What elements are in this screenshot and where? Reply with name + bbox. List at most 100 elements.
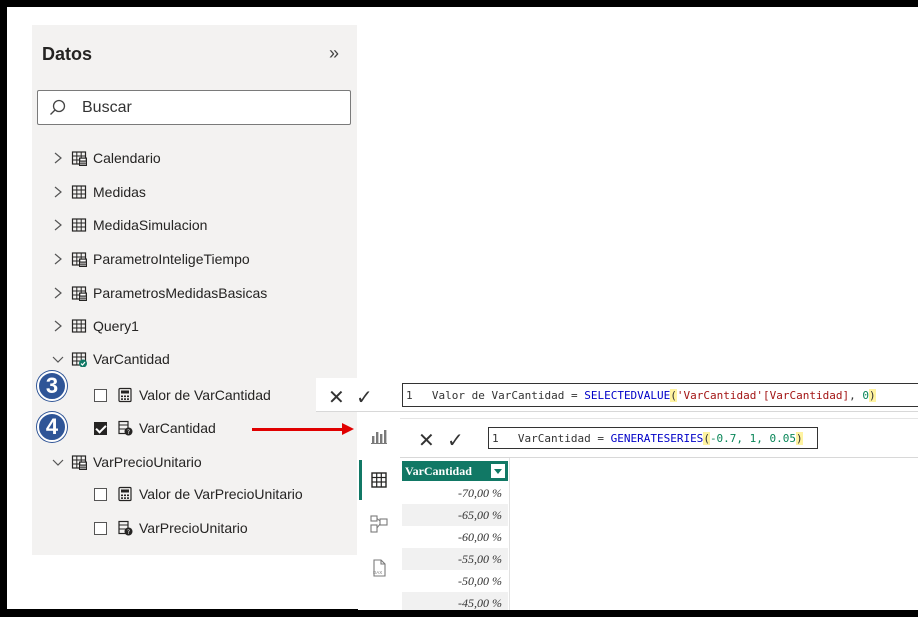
field-item-varpreciounitario[interactable]: ? VarPrecioUnitario — [94, 516, 248, 540]
tree-item-label: Query1 — [93, 318, 139, 334]
field-checkbox[interactable] — [94, 388, 107, 402]
table-cell[interactable]: -55,00 % — [402, 548, 508, 570]
field-checkbox[interactable] — [94, 487, 107, 501]
table-icon — [71, 185, 87, 199]
dax-paren-open: ( — [670, 389, 677, 402]
calculated-table-icon — [71, 151, 87, 166]
table-item-calendario[interactable]: Calendario — [51, 146, 161, 170]
tree-item-label: Valor de VarPrecioUnitario — [139, 486, 303, 502]
step-3-badge: 3 — [37, 371, 67, 401]
dax-arguments: -0.7, 1, 0.05 — [709, 432, 797, 445]
chevron-right-icon[interactable] — [51, 185, 65, 199]
frame-left-border — [0, 0, 7, 617]
table-cell[interactable]: -50,00 % — [402, 570, 508, 592]
parameter-column-icon: ? — [118, 520, 133, 536]
parameter-table-icon — [71, 352, 87, 367]
dax-table-name: VarCantidad = — [517, 432, 611, 445]
dax-function: SELECTEDVALUE — [584, 389, 671, 402]
dax-argument: 'VarCantidad'[VarCantidad] — [676, 389, 850, 402]
field-item-varcantidad[interactable]: ? VarCantidad — [94, 416, 216, 440]
field-checkbox[interactable] — [94, 521, 107, 535]
table-cell[interactable]: -65,00 % — [402, 504, 508, 526]
chevron-down-icon[interactable] — [51, 352, 65, 366]
commit-formula-icon[interactable]: ✓ — [447, 428, 464, 453]
dax-paren-open: ( — [703, 432, 710, 445]
frame-top-border — [0, 0, 918, 7]
cancel-formula-icon[interactable]: ✕ — [328, 385, 345, 410]
search-icon — [50, 99, 66, 115]
line-number: 1 — [406, 389, 413, 402]
tree-item-label: ParametrosMedidasBasicas — [93, 285, 268, 301]
chevron-right-icon[interactable] — [51, 218, 65, 232]
dax-paren-close: ) — [796, 432, 803, 445]
step-4-badge: 4 — [37, 412, 67, 442]
line-number: 1 — [492, 432, 499, 445]
tree-item-label: Valor de VarCantidad — [139, 387, 271, 403]
dax-function: GENERATESERIES — [610, 432, 704, 445]
table-item-parametrosmedidasbasicas[interactable]: ParametrosMedidasBasicas — [51, 281, 267, 305]
pane-title: Datos — [42, 44, 93, 64]
dax-query-view-icon[interactable]: DAX — [370, 559, 388, 577]
table-cell[interactable]: -70,00 % — [402, 482, 508, 504]
svg-text:?: ? — [127, 429, 130, 436]
dax-default: 0 — [862, 389, 869, 402]
formula-bar-table: ✕ ✓ 1 VarCantidad = GENERATESERIES(-0.7,… — [400, 418, 918, 458]
search-placeholder: Buscar — [82, 99, 132, 116]
report-view-icon[interactable] — [370, 427, 388, 445]
tree-item-label: VarPrecioUnitario — [93, 454, 202, 470]
column-header[interactable]: VarCantidad — [402, 461, 508, 481]
table-item-varpreciounitario[interactable]: VarPrecioUnitario — [51, 450, 202, 474]
commit-formula-icon[interactable]: ✓ — [356, 385, 373, 410]
table-item-parametrointeligetiempo[interactable]: ParametroInteligeTiempo — [51, 247, 250, 271]
tree-item-label: ParametroInteligeTiempo — [93, 251, 250, 267]
field-checkbox[interactable] — [94, 421, 107, 435]
svg-text:?: ? — [127, 529, 130, 536]
table-icon — [71, 218, 87, 232]
measure-icon — [118, 387, 132, 403]
formula-editor[interactable]: 1 VarCantidad = GENERATESERIES(-0.7, 1, … — [488, 427, 818, 449]
field-item-valor-de-varcantidad[interactable]: Valor de VarCantidad — [94, 383, 271, 407]
chevron-right-icon[interactable] — [51, 252, 65, 266]
model-view-icon[interactable] — [370, 515, 388, 533]
table-item-query1[interactable]: Query1 — [51, 314, 139, 338]
formula-editor[interactable]: 1 Valor de VarCantidad = SELECTEDVALUE('… — [402, 383, 918, 407]
chevron-down-icon[interactable] — [51, 455, 65, 469]
calculated-table-icon — [71, 252, 87, 267]
table-view-icon[interactable] — [370, 471, 388, 489]
svg-text:DAX: DAX — [373, 570, 382, 575]
dax-paren-close: ) — [868, 389, 876, 402]
red-arrow-line — [252, 428, 344, 431]
active-view-indicator — [359, 460, 362, 500]
search-input[interactable]: Buscar — [37, 90, 351, 125]
calculated-table-icon — [71, 455, 87, 470]
table-item-medidasimulacion[interactable]: MedidaSimulacion — [51, 213, 207, 237]
table-icon — [71, 319, 87, 333]
tree-item-label: MedidaSimulacion — [93, 217, 208, 233]
formula-bar-measure: ✕ ✓ 1 Valor de VarCantidad = SELECTEDVAL… — [316, 378, 918, 412]
column-filter-dropdown-icon[interactable] — [491, 464, 505, 478]
tree-item-label: Calendario — [93, 150, 161, 166]
table-item-medidas[interactable]: Medidas — [51, 180, 146, 204]
tree-item-label: VarCantidad — [93, 351, 170, 367]
chevron-right-icon[interactable] — [51, 319, 65, 333]
data-table: VarCantidad -70,00 % -65,00 % -60,00 % -55,… — [402, 458, 510, 610]
frame-bottom-border — [0, 609, 918, 617]
red-arrow-head — [342, 423, 354, 435]
chevron-right-icon[interactable] — [51, 286, 65, 300]
measure-icon — [118, 486, 132, 502]
chevron-right-icon[interactable] — [51, 151, 65, 165]
tree-item-label: VarCantidad — [139, 420, 216, 436]
table-item-varcantidad[interactable]: VarCantidad — [51, 347, 170, 371]
dax-measure-name: Valor de VarCantidad = — [431, 389, 585, 402]
calculated-table-icon — [71, 286, 87, 301]
table-cell[interactable]: -60,00 % — [402, 526, 508, 548]
tree-item-label: Medidas — [93, 184, 146, 200]
tree-item-label: VarPrecioUnitario — [139, 520, 248, 536]
dax-separator: , — [849, 389, 863, 402]
table-cell[interactable]: -45,00 % — [402, 592, 508, 610]
column-header-label: VarCantidad — [405, 463, 472, 478]
cancel-formula-icon[interactable]: ✕ — [418, 428, 435, 453]
collapse-pane-icon[interactable]: » — [329, 43, 339, 64]
field-item-valor-de-varpreciounitario[interactable]: Valor de VarPrecioUnitario — [94, 482, 303, 506]
parameter-column-icon: ? — [118, 420, 133, 436]
